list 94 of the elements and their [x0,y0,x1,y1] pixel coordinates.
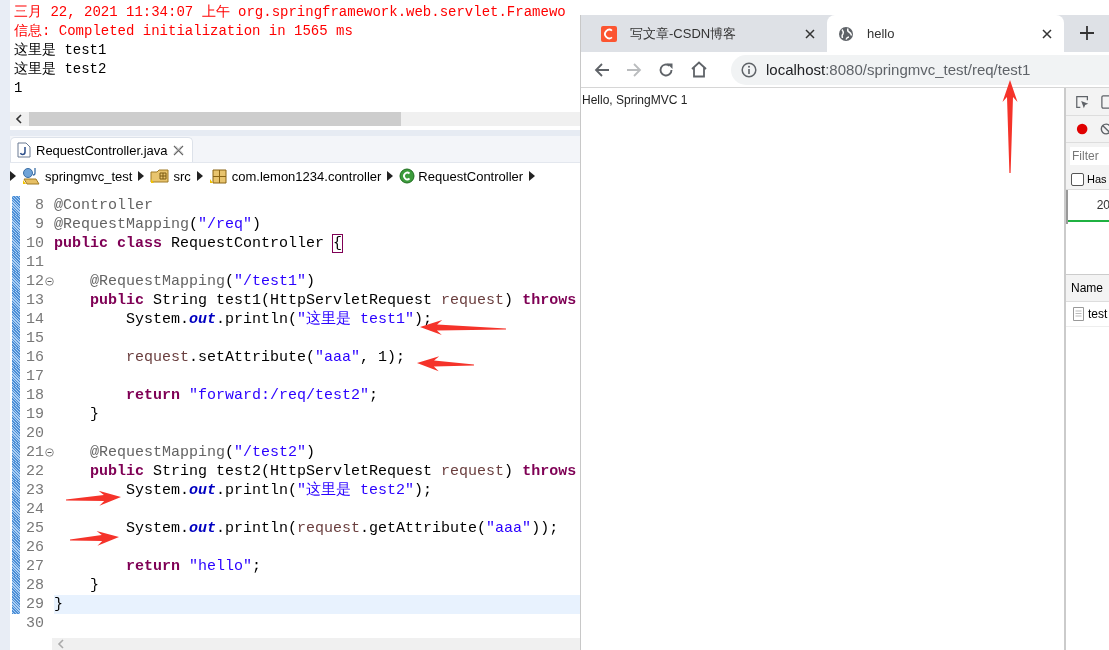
checkbox[interactable] [1071,172,1084,186]
collapse-icon[interactable] [44,277,54,286]
info-icon[interactable] [741,61,757,78]
collapse-icon[interactable] [44,448,54,457]
expand-arrow-icon[interactable] [387,171,394,181]
line-number: 22 [25,462,44,481]
console-line: 信息: Completed initialization in 1565 ms [14,22,353,41]
line-number: 21 [25,443,44,462]
code-line: return "forward:/req/test2"; [126,386,379,405]
page-text: Hello, SpringMVC 1 [582,93,688,107]
line-number: 29 [25,595,44,614]
breadcrumb-item[interactable]: springmvc_test [22,167,133,185]
java-file-icon [17,142,31,158]
line-number: 15 [25,329,44,348]
new-tab-icon[interactable] [1080,26,1094,40]
horizontal-scrollbar[interactable] [10,112,580,126]
line-number: 28 [25,576,44,595]
line-number: 24 [25,500,44,519]
document-icon [1073,307,1084,321]
line-number: 23 [25,481,44,500]
checkbox-label: Has [1087,173,1107,185]
code-line: @RequestMapping("/test1") [90,272,316,291]
request-row[interactable]: test [1066,302,1109,327]
breadcrumb-item[interactable]: RequestController [399,168,524,184]
pointer-arrow [66,490,121,506]
code-line: System.out.println(request.getAttribute("aaa")); [126,519,559,538]
code-line: System.out.println("这里是 test1"); [126,310,433,329]
line-number: 19 [25,405,44,424]
line-number: 26 [25,538,44,557]
console-line: 这里是 test2 [14,60,107,79]
site-logo-icon [601,25,617,42]
expand-arrow-icon[interactable] [196,171,203,181]
line-number: 12 [25,272,44,291]
timeline-label: 20 [1096,198,1109,214]
line-number: 9 [34,215,44,234]
console-line: 这里是 test1 [14,41,107,60]
horizontal-scrollbar[interactable] [52,638,580,650]
expand-arrow-icon[interactable] [529,171,536,181]
source-folder-icon [150,167,171,185]
browser-tab[interactable]: 写文章-CSDN博客 [590,15,827,52]
package-icon [208,167,229,185]
line-number: 16 [25,348,44,367]
line-number: 13 [25,291,44,310]
line-number: 27 [25,557,44,576]
code-line: System.out.println("这里是 test2"); [126,481,433,500]
code-line: public String test1(HttpServletRequest request) throws [90,291,577,310]
code-line: public String test2(HttpServletRequest request) throws [90,462,577,481]
code-line: } [90,405,100,424]
line-number: 8 [34,196,44,215]
scrollbar-thumb[interactable] [29,112,401,126]
device-icon[interactable] [1101,93,1109,110]
close-icon[interactable] [1042,28,1052,39]
clear-icon[interactable] [1100,122,1109,136]
code-line: } [90,576,100,595]
browser-tab[interactable]: hello [827,15,1064,52]
console-line: 三月 22, 2021 11:34:07 上午 org.springframework.web.servlet.Framewo [14,3,566,22]
breadcrumb-item[interactable]: com.lemon1234.controller [208,167,382,185]
line-number: 30 [25,614,44,633]
pointer-arrow [417,356,474,372]
line-number: 10 [25,234,44,253]
class-icon [399,168,416,184]
line-number: 20 [25,424,44,443]
reload-icon[interactable] [658,61,674,78]
console-line: 1 [14,79,23,98]
close-icon[interactable] [172,144,184,156]
code-line: @RequestMapping("/test2") [90,443,316,462]
close-icon[interactable] [805,28,815,39]
expand-arrow-icon[interactable] [10,171,16,181]
line-number: 14 [25,310,44,329]
project-icon [22,167,42,185]
pointer-arrow [70,530,119,546]
filter-field[interactable]: Filter [1070,147,1109,165]
code-line: @Controller [54,196,154,215]
line-number: 18 [25,386,44,405]
inspect-icon[interactable] [1075,93,1090,110]
address-field[interactable]: localhost:8080/springmvc_test/req/test1 [731,54,1109,85]
line-number: 11 [25,253,44,272]
record-icon[interactable] [1076,122,1089,136]
code-line: public class RequestController { [54,234,343,253]
code-line: @RequestMapping("/req") [54,215,262,234]
code-line: } [54,595,63,614]
column-header[interactable]: Name [1066,275,1109,302]
line-number: 17 [25,367,44,386]
scroll-left-icon[interactable] [15,114,23,124]
back-icon[interactable] [594,61,610,78]
expand-arrow-icon[interactable] [138,171,145,181]
timeline-bar [1068,220,1109,222]
line-number: 25 [25,519,44,538]
breadcrumb-item[interactable]: src [150,167,191,185]
code-line: request.setAttribute("aaa", 1); [126,348,406,367]
globe-icon [838,25,854,42]
home-icon[interactable] [690,61,708,78]
editor-tab[interactable]: RequestController.java [10,137,193,162]
code-line: return "hello"; [126,557,262,576]
